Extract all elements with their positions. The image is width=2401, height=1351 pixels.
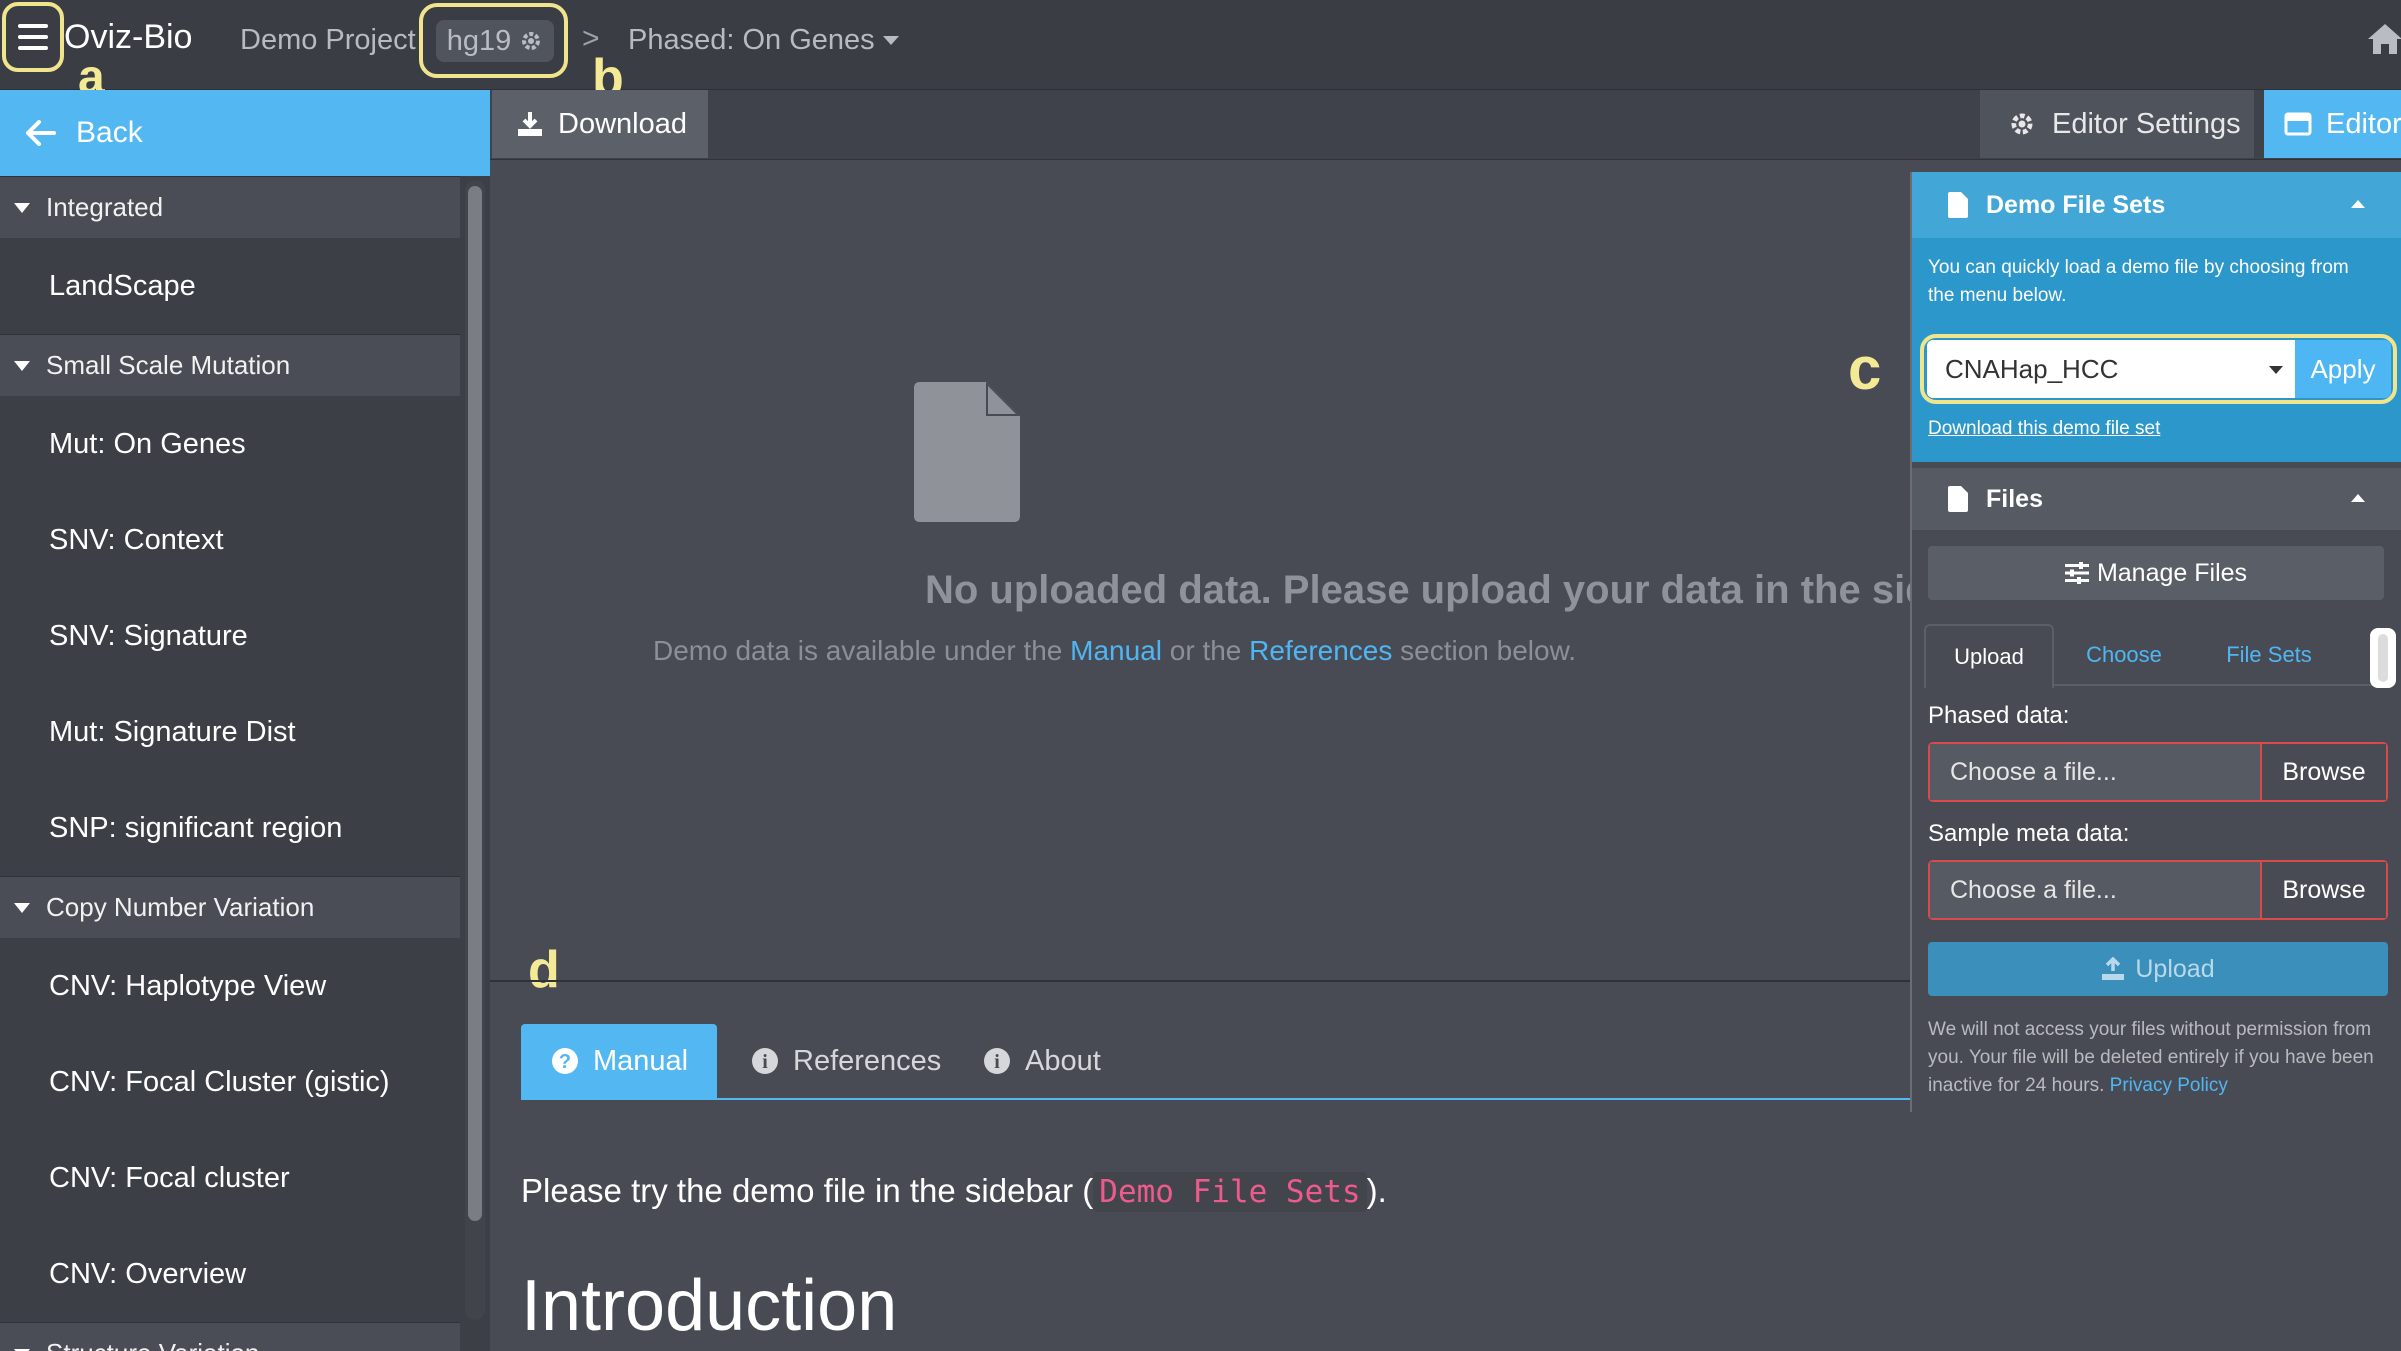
empty-state-title: No uploaded data. Please upload your dat… <box>925 568 1910 612</box>
view-selector-dropdown[interactable]: Phased: On Genes <box>628 24 899 57</box>
main-toolbar: Download Editor Settings Editor <box>490 90 2401 160</box>
info-icon: i <box>984 1048 1010 1074</box>
svg-text:i: i <box>762 1051 768 1073</box>
gear-icon <box>522 32 541 50</box>
files-header[interactable]: Files <box>1912 468 2401 530</box>
files-card: Files Manage Files Upload Choose File Se… <box>1912 468 2401 1112</box>
sample-meta-label: Sample meta data: <box>1928 820 2130 847</box>
upload-icon <box>2102 957 2125 980</box>
file-icon <box>1948 192 1968 218</box>
sidebar-group-integrated[interactable]: Integrated <box>0 176 460 238</box>
sidebar-nav: Integrated LandScape Small Scale Mutatio… <box>0 176 460 1351</box>
phased-data-placeholder[interactable]: Choose a file... <box>1930 744 2260 800</box>
annotation-c: c <box>1848 335 1882 402</box>
tab-choose[interactable]: Choose <box>2060 624 2188 686</box>
gear-icon <box>2011 113 2033 135</box>
manual-link[interactable]: Manual <box>1070 635 1162 666</box>
files-tabs: Upload Choose File Sets <box>1924 624 2394 688</box>
empty-state: No uploaded data. Please upload your dat… <box>490 160 1910 980</box>
sidebar-scrollbar-thumb[interactable] <box>468 186 482 1221</box>
meta-browse-button[interactable]: Browse <box>2260 862 2386 918</box>
tab-upload[interactable]: Upload <box>1924 624 2054 688</box>
view-label: Phased: On Genes <box>628 24 875 56</box>
editor-settings-button[interactable]: Editor Settings <box>1980 90 2254 158</box>
svg-text:i: i <box>994 1051 1000 1073</box>
sidebar-item-cnv-overview[interactable]: CNV: Overview <box>0 1226 460 1322</box>
sidebar-item-snp-significant-region[interactable]: SNP: significant region <box>0 780 460 876</box>
download-demo-link[interactable]: Download this demo file set <box>1928 418 2160 440</box>
sidebar-item-snv-context[interactable]: SNV: Context <box>0 492 460 588</box>
upload-button[interactable]: Upload <box>1928 942 2388 996</box>
sidebar: Back Integrated LandScape Small Scale Mu… <box>0 90 490 1351</box>
caret-down-icon <box>882 36 899 45</box>
sidebar-group-structure-variation[interactable]: Structure Variation <box>0 1322 460 1351</box>
sidebar-scrollbar[interactable] <box>465 180 485 1320</box>
caret-down-icon <box>14 202 30 213</box>
sidebar-item-mut-signature-dist[interactable]: Mut: Signature Dist <box>0 684 460 780</box>
tab-references[interactable]: i References <box>721 1024 951 1098</box>
sidebar-item-mut-on-genes[interactable]: Mut: On Genes <box>0 396 460 492</box>
documentation-area: ? Manual i References i About Please try… <box>490 982 1910 1351</box>
back-button[interactable]: Back <box>0 90 490 176</box>
caret-down-icon <box>14 360 30 371</box>
manage-files-button[interactable]: Manage Files <box>1928 546 2384 600</box>
phased-data-file-input[interactable]: Choose a file... Browse <box>1928 742 2388 802</box>
empty-state-subtitle: Demo data is available under the Manual … <box>653 635 1577 666</box>
svg-text:?: ? <box>559 1051 571 1073</box>
file-icon <box>914 382 1020 522</box>
back-label: Back <box>76 116 143 149</box>
home-icon[interactable] <box>2366 22 2401 56</box>
sidebar-item-cnv-focal-cluster-gistic[interactable]: CNV: Focal Cluster (gistic) <box>0 1034 460 1130</box>
sample-meta-placeholder[interactable]: Choose a file... <box>1930 862 2260 918</box>
download-button[interactable]: Download <box>492 90 708 158</box>
editor-icon <box>2284 112 2312 136</box>
sidebar-group-small-scale-mutation[interactable]: Small Scale Mutation <box>0 334 460 396</box>
breadcrumb-project[interactable]: Demo Project <box>240 24 416 57</box>
download-icon <box>518 112 542 136</box>
sample-meta-file-input[interactable]: Choose a file... Browse <box>1928 860 2388 920</box>
question-icon: ? <box>552 1048 578 1074</box>
phased-data-label: Phased data: <box>1928 702 2070 729</box>
caret-down-icon <box>2269 366 2283 374</box>
apply-button[interactable]: Apply <box>2295 340 2391 398</box>
sidebar-item-landscape[interactable]: LandScape <box>0 238 460 334</box>
editor-panel: Demo File Sets You can quickly load a de… <box>1910 172 2401 1112</box>
inline-code: Demo File Sets <box>1093 1172 1367 1212</box>
tabs-scrollbar[interactable] <box>2370 628 2396 688</box>
tab-manual[interactable]: ? Manual <box>521 1024 717 1098</box>
menu-toggle-button[interactable] <box>2 2 64 72</box>
tab-file-sets[interactable]: File Sets <box>2196 624 2342 686</box>
file-icon <box>1948 486 1968 512</box>
doc-intro-sentence: Please try the demo file in the sidebar … <box>521 1172 1387 1212</box>
demo-file-select[interactable]: CNAHap_HCC <box>1927 340 2301 398</box>
editor-toggle-button[interactable]: Editor <box>2264 90 2401 158</box>
caret-down-icon <box>14 902 30 913</box>
arrow-left-icon <box>26 120 56 146</box>
demo-description: You can quickly load a demo file by choo… <box>1928 257 2349 306</box>
sidebar-group-copy-number-variation[interactable]: Copy Number Variation <box>0 876 460 938</box>
references-link[interactable]: References <box>1249 635 1392 666</box>
menu-icon <box>18 24 48 28</box>
sidebar-item-snv-signature[interactable]: SNV: Signature <box>0 588 460 684</box>
top-navbar: Oviz-Bio Demo Project hg19 > Phased: On … <box>0 0 2401 90</box>
privacy-policy-link[interactable]: Privacy Policy <box>2110 1075 2228 1096</box>
demo-file-sets-card: Demo File Sets You can quickly load a de… <box>1912 172 2401 462</box>
demo-file-sets-header[interactable]: Demo File Sets <box>1912 172 2401 238</box>
genome-selector-button[interactable]: hg19 <box>436 20 554 62</box>
doc-heading: Introduction <box>521 1266 898 1346</box>
info-icon: i <box>752 1048 778 1074</box>
sliders-icon <box>2064 562 2089 584</box>
sidebar-item-cnv-focal-cluster[interactable]: CNV: Focal cluster <box>0 1130 460 1226</box>
tab-about[interactable]: i About <box>953 1024 1133 1098</box>
doc-tabs: ? Manual i References i About <box>521 1024 1910 1100</box>
privacy-notice: We will not access your files without pe… <box>1928 1019 2374 1096</box>
chevron-up-icon[interactable] <box>2351 494 2365 502</box>
genome-label: hg19 <box>446 24 512 57</box>
phased-browse-button[interactable]: Browse <box>2260 744 2386 800</box>
sidebar-item-cnv-haplotype-view[interactable]: CNV: Haplotype View <box>0 938 460 1034</box>
chevron-up-icon[interactable] <box>2351 200 2365 208</box>
